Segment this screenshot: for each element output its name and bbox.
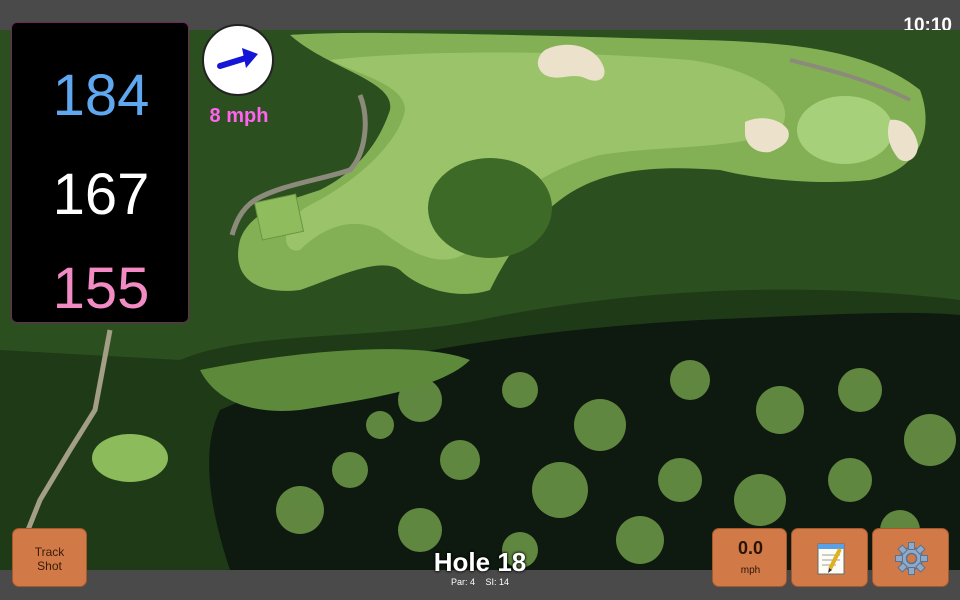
wind-indicator: [202, 24, 274, 96]
speed-button[interactable]: 0.0 mph: [712, 528, 787, 587]
yardage-panel: 184 167 155: [11, 22, 189, 323]
center-yardage: 167: [52, 162, 150, 227]
notepad-icon: [817, 543, 845, 575]
speed-value: 0.0: [737, 538, 764, 558]
arrow-icon: [217, 48, 258, 69]
front-yardage: 155: [52, 256, 150, 321]
track-shot-label: Track Shot: [34, 545, 65, 573]
notes-button[interactable]: [791, 528, 868, 587]
gear-icon: [895, 542, 928, 575]
track-shot-button[interactable]: Track Shot: [12, 528, 87, 587]
stroke-index-label: SI: 14: [485, 577, 510, 587]
hole-title: Hole 18: [433, 547, 527, 577]
settings-button[interactable]: [872, 528, 949, 587]
par-label: Par: 4: [450, 577, 475, 587]
wind-speed: 8 mph: [209, 105, 269, 127]
speed-unit: mph: [740, 565, 761, 576]
hole-info: Par: 4 SI: 14: [380, 577, 580, 587]
back-yardage: 184: [52, 63, 150, 128]
